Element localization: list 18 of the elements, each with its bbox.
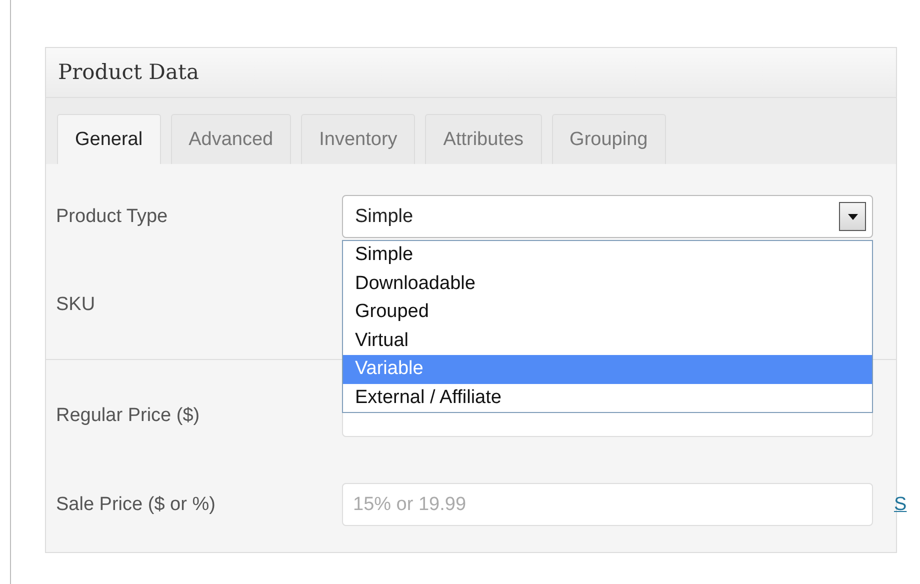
tab[interactable]: Attributes [425, 114, 542, 164]
dropdown-option[interactable]: Virtual [343, 326, 872, 355]
dropdown-option[interactable]: Downloadable [343, 270, 872, 298]
product-type-select[interactable]: Simple [342, 195, 873, 238]
tab[interactable]: General [57, 114, 161, 164]
input-field[interactable]: 15% or 19.99 [342, 483, 873, 526]
field-label: Product Type [55, 206, 169, 228]
tab[interactable]: Grouping [552, 114, 666, 164]
tab[interactable]: Advanced [170, 114, 292, 164]
dropdown-option[interactable]: Grouped [343, 298, 872, 326]
link[interactable]: S [894, 494, 907, 516]
dropdown-option[interactable]: Simple [343, 241, 872, 270]
field-label: SKU [55, 294, 96, 316]
field-label: Regular Price ($) [55, 404, 201, 426]
tab[interactable]: Inventory [301, 114, 416, 164]
field-label: Sale Price ($ or %) [55, 494, 216, 516]
panel-title: Product Data [46, 48, 896, 98]
dropdown-option[interactable]: External / Affiliate [343, 384, 872, 412]
